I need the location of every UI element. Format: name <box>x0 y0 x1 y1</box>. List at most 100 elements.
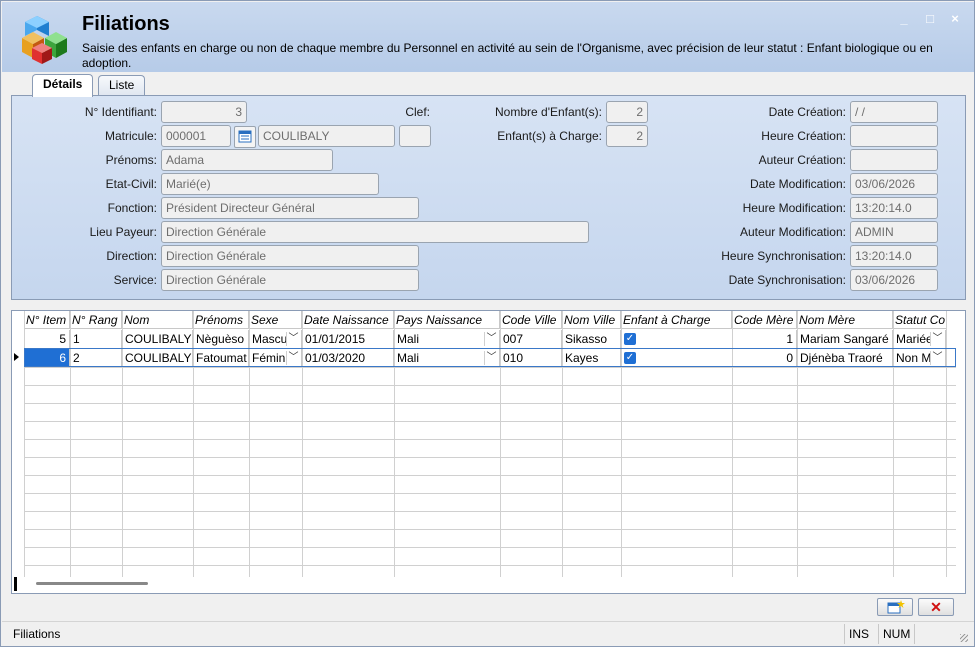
cell-nom-mere[interactable]: Mariam Sangaré <box>797 330 893 348</box>
filiations-table[interactable]: N° Item N° Rang Nom Prénoms Sexe Date Na… <box>11 310 966 594</box>
cell-code-ville[interactable]: 007 <box>500 330 562 348</box>
cell-item[interactable]: 5 <box>24 330 70 348</box>
column-header-sexe[interactable]: Sexe <box>249 311 302 329</box>
tab-liste[interactable]: Liste <box>98 75 146 96</box>
lookup-list-icon <box>238 130 252 143</box>
matricule-label: Matricule: <box>104 129 157 143</box>
enfants-charge-field[interactable]: 2 <box>606 125 648 147</box>
lieu-payeur-field[interactable]: Direction Générale <box>161 221 589 243</box>
minimize-button[interactable]: _ <box>896 12 912 26</box>
column-header-nom[interactable]: Nom <box>122 311 193 329</box>
status-empty-pane <box>914 624 966 644</box>
column-header-code-mere[interactable]: Code Mère <box>732 311 797 329</box>
auteur-creation-field[interactable] <box>850 149 938 171</box>
service-label: Service: <box>113 273 157 287</box>
matricule-lookup-button[interactable] <box>234 126 256 148</box>
etat-civil-field[interactable]: Marié(e) <box>161 173 379 195</box>
column-header-rang[interactable]: N° Rang <box>70 311 122 329</box>
column-header-item[interactable]: N° Item <box>24 311 70 329</box>
identifiant-field[interactable]: 3 <box>161 101 247 123</box>
heure-creation-field[interactable] <box>850 125 938 147</box>
row-line <box>24 421 956 422</box>
nb-enfants-field[interactable]: 2 <box>606 101 648 123</box>
cell-nom[interactable]: COULIBALY <box>122 330 193 348</box>
horizontal-scrollbar[interactable] <box>36 582 148 585</box>
new-record-button[interactable] <box>877 598 913 616</box>
details-form: N° Identifiant: 3 Clef: Nombre d'Enfant(… <box>11 95 966 300</box>
cell-rang[interactable]: 1 <box>70 330 122 348</box>
clef-label: Clef: <box>405 105 430 119</box>
column-header-enfant-charge[interactable]: Enfant à Charge <box>621 311 732 329</box>
heure-synchronisation-field[interactable]: 13:20:14.0 <box>850 245 938 267</box>
row-line <box>24 529 956 530</box>
lieu-payeur-label: Lieu Payeur: <box>89 225 157 239</box>
row-line <box>24 457 956 458</box>
checkbox-checked-icon[interactable]: ✓ <box>624 333 636 345</box>
date-modification-label: Date Modification: <box>749 177 846 191</box>
delete-icon: ✕ <box>930 599 942 615</box>
tab-bar: Détails Liste <box>2 72 974 97</box>
chevron-down-icon[interactable]: ﹀ <box>930 332 944 346</box>
row-line <box>24 475 956 476</box>
identifiant-label: N° Identifiant: <box>84 105 157 119</box>
service-field[interactable]: Direction Générale <box>161 269 419 291</box>
row-line <box>24 367 956 368</box>
window-description: Saisie des enfants en charge ou non de c… <box>82 41 933 70</box>
status-text: Filiations <box>13 627 61 641</box>
close-button[interactable]: × <box>947 12 963 26</box>
auteur-creation-label: Auteur Création: <box>758 153 846 167</box>
column-header-statut[interactable]: Statut Co <box>893 311 947 329</box>
row-line <box>24 439 956 440</box>
fonction-label: Fonction: <box>107 201 157 215</box>
column-header-prenoms[interactable]: Prénoms <box>193 311 249 329</box>
column-header-code-ville[interactable]: Code Ville <box>500 311 562 329</box>
selected-row-outline <box>24 348 956 367</box>
resize-grip-icon[interactable] <box>960 634 968 642</box>
nom-field[interactable]: COULIBALY <box>258 125 395 147</box>
cell-date-naissance[interactable]: 01/01/2015 <box>302 330 394 348</box>
status-bar: Filiations INS NUM <box>2 621 974 646</box>
row-pointer-icon <box>14 353 19 361</box>
cell-prenoms[interactable]: Nèguèso <box>193 330 249 348</box>
nb-enfants-label: Nombre d'Enfant(s): <box>495 105 602 119</box>
cell-code-mere[interactable]: 1 <box>732 330 797 348</box>
date-modification-field[interactable]: 03/06/2026 <box>850 173 938 195</box>
row-line <box>24 547 956 548</box>
prenoms-field[interactable]: Adama <box>161 149 333 171</box>
cell-nom-ville[interactable]: Sikasso <box>562 330 621 348</box>
status-ins: INS <box>844 624 878 644</box>
chevron-down-icon[interactable]: ﹀ <box>286 332 300 346</box>
column-header-date-naissance[interactable]: Date Naissance <box>302 311 394 329</box>
column-header-nom-mere[interactable]: Nom Mère <box>797 311 893 329</box>
new-record-icon <box>887 600 905 614</box>
date-creation-field[interactable]: / / <box>850 101 938 123</box>
clef-field[interactable] <box>399 125 431 147</box>
tab-details[interactable]: Détails <box>32 74 94 97</box>
heure-modification-field[interactable]: 13:20:14.0 <box>850 197 938 219</box>
enfants-charge-label: Enfant(s) à Charge: <box>497 129 602 143</box>
header-banner: Filiations Saisie des enfants en charge … <box>2 2 974 72</box>
delete-button[interactable]: ✕ <box>918 598 954 616</box>
etat-civil-label: Etat-Civil: <box>105 177 157 191</box>
auteur-modification-label: Auteur Modification: <box>739 225 846 239</box>
row-line <box>24 565 956 566</box>
column-header-pays-naissance[interactable]: Pays Naissance <box>394 311 500 329</box>
heure-creation-label: Heure Création: <box>761 129 846 143</box>
row-line <box>24 511 956 512</box>
maximize-button[interactable]: □ <box>922 12 938 26</box>
main-window: Filiations Saisie des enfants en charge … <box>0 0 975 647</box>
date-creation-label: Date Création: <box>768 105 846 119</box>
matricule-field[interactable]: 000001 <box>161 125 231 147</box>
chevron-down-icon[interactable]: ﹀ <box>484 332 498 346</box>
heure-synchronisation-label: Heure Synchronisation: <box>721 249 846 263</box>
fonction-field[interactable]: Président Directeur Général <box>161 197 419 219</box>
row-line <box>24 493 956 494</box>
status-num: NUM <box>878 624 914 644</box>
direction-field[interactable]: Direction Générale <box>161 245 419 267</box>
window-title: Filiations <box>82 13 170 35</box>
auteur-modification-field[interactable]: ADMIN <box>850 221 938 243</box>
column-header-nom-ville[interactable]: Nom Ville <box>562 311 621 329</box>
direction-label: Direction: <box>106 249 157 263</box>
date-synchronisation-field[interactable]: 03/06/2026 <box>850 269 938 291</box>
heure-modification-label: Heure Modification: <box>742 201 846 215</box>
